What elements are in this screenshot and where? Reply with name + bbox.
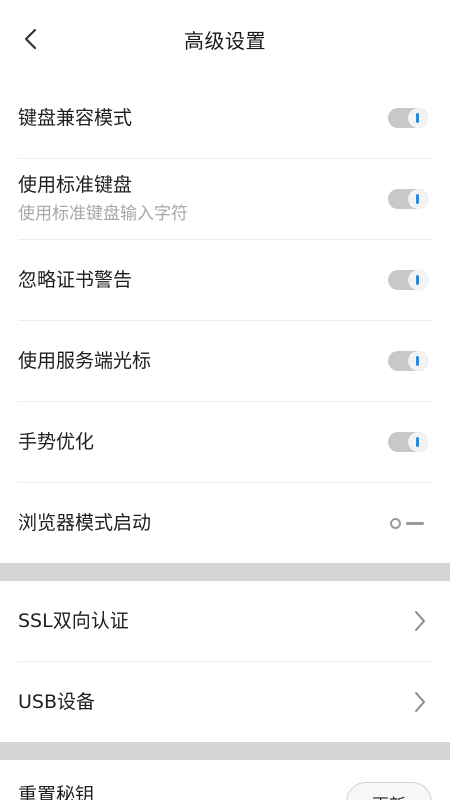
section-divider [0, 563, 450, 581]
toggle-settings-section: 键盘兼容模式 使用标准键盘 使用标准键盘输入字符 忽略证书警告 使用服务端光标 … [0, 78, 450, 563]
setting-label: USB设备 [18, 691, 96, 713]
setting-label: 使用标准键盘 [18, 174, 133, 196]
setting-sublabel: 使用标准键盘输入字符 [18, 204, 188, 224]
setting-label: SSL双向认证 [18, 610, 129, 632]
setting-label: 忽略证书警告 [18, 269, 133, 291]
ignore-cert-warning-toggle[interactable] [388, 270, 428, 290]
setting-gesture-optimize[interactable]: 手势优化 [18, 402, 432, 483]
setting-label: 浏览器模式启动 [18, 512, 152, 534]
server-cursor-toggle[interactable] [388, 351, 428, 371]
section-divider [0, 742, 450, 760]
key-section: 重置秘钥 更新 [0, 760, 450, 800]
setting-keyboard-compat[interactable]: 键盘兼容模式 [18, 78, 432, 159]
setting-label: 重置秘钥 [18, 784, 95, 800]
setting-reset-key: 重置秘钥 更新 [18, 760, 432, 800]
top-bar: 高级设置 [0, 0, 450, 78]
chevron-left-icon [24, 28, 37, 50]
setting-label: 键盘兼容模式 [18, 107, 133, 129]
setting-label: 使用服务端光标 [18, 350, 152, 372]
setting-standard-keyboard[interactable]: 使用标准键盘 使用标准键盘输入字符 [18, 159, 432, 240]
setting-usb-device[interactable]: USB设备 [18, 662, 432, 742]
setting-ssl-mutual-auth[interactable]: SSL双向认证 [18, 581, 432, 662]
chevron-right-icon [410, 609, 430, 633]
chevron-right-icon [410, 690, 430, 714]
back-button[interactable] [14, 22, 48, 56]
setting-browser-mode[interactable]: 浏览器模式启动 [18, 483, 432, 563]
setting-label: 手势优化 [18, 431, 95, 453]
browser-mode-toggle[interactable] [388, 513, 428, 533]
gesture-optimize-toggle[interactable] [388, 432, 428, 452]
keyboard-compat-toggle[interactable] [388, 108, 428, 128]
link-settings-section: SSL双向认证 USB设备 [0, 581, 450, 742]
setting-ignore-cert-warning[interactable]: 忽略证书警告 [18, 240, 432, 321]
page-title: 高级设置 [184, 28, 266, 53]
advanced-settings-screen: 高级设置 键盘兼容模式 使用标准键盘 使用标准键盘输入字符 忽略证书警告 使用服… [0, 0, 450, 800]
update-key-button[interactable]: 更新 [346, 782, 432, 800]
setting-server-cursor[interactable]: 使用服务端光标 [18, 321, 432, 402]
standard-keyboard-toggle[interactable] [388, 189, 428, 209]
